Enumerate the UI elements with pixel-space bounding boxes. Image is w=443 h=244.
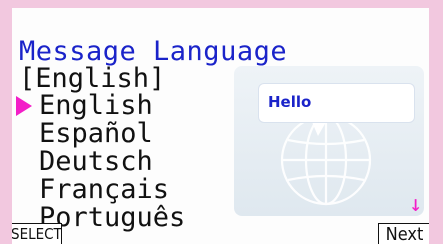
selection-cursor-icon <box>16 96 32 116</box>
current-language: [English] <box>19 63 166 94</box>
scroll-down-arrow-icon: ↓ <box>409 192 423 217</box>
language-option-english[interactable]: English <box>39 92 153 120</box>
calculator-screen: Hello Message Language [English] English… <box>12 8 429 244</box>
bubble-greeting: Hello <box>268 93 312 111</box>
language-option-espanol[interactable]: Español <box>39 120 153 148</box>
language-option-francais[interactable]: Français <box>39 176 169 204</box>
language-option-deutsch[interactable]: Deutsch <box>39 148 153 176</box>
select-softkey-button[interactable]: SELECT <box>12 223 62 244</box>
next-softkey-button[interactable]: Next <box>378 223 429 244</box>
screen-title: Message Language <box>19 36 288 67</box>
